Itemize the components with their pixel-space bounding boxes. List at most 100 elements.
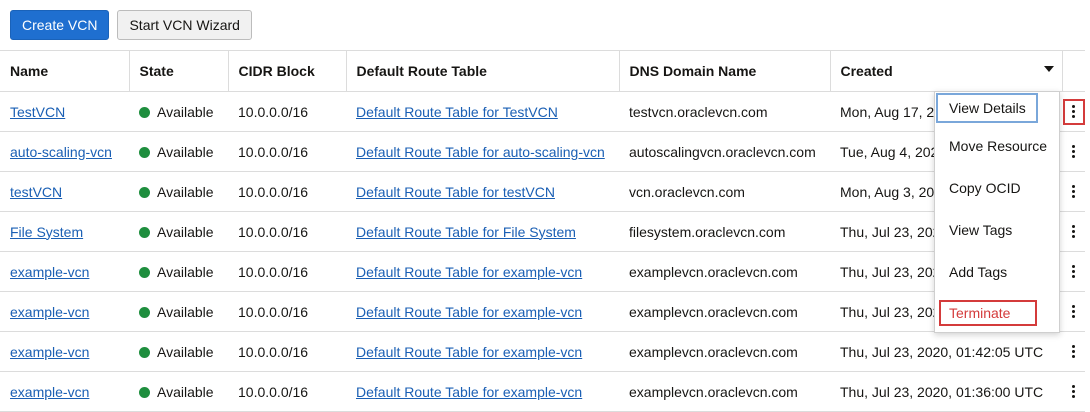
column-header-state[interactable]: State xyxy=(129,50,229,92)
menu-item-view-details[interactable]: View Details xyxy=(936,93,1038,123)
cell-route-table: Default Route Table for example-vcn xyxy=(346,331,619,372)
vcn-name-link[interactable]: File System xyxy=(10,224,83,240)
column-header-name[interactable]: Name xyxy=(0,50,130,92)
kebab-icon[interactable] xyxy=(1063,299,1085,325)
status-dot-icon xyxy=(139,186,150,198)
start-vcn-wizard-button[interactable]: Start VCN Wizard xyxy=(117,10,252,40)
cell-state: Available xyxy=(129,371,228,412)
cell-route-table: Default Route Table for File System xyxy=(346,211,619,252)
table-row: auto-scaling-vcn Available 10.0.0.0/16 Defa… xyxy=(0,131,1085,172)
vcn-table: Name State CIDR Block Default Route Tabl… xyxy=(0,50,1085,412)
cell-cidr-block: 10.0.0.0/16 xyxy=(228,291,346,332)
column-header-cidr-block[interactable]: CIDR Block xyxy=(228,50,347,92)
state-label: Available xyxy=(157,183,214,200)
status-dot-icon xyxy=(139,346,150,358)
cell-actions xyxy=(1062,331,1085,372)
kebab-icon[interactable] xyxy=(1063,139,1085,165)
kebab-icon[interactable] xyxy=(1063,179,1085,205)
menu-item-terminate[interactable]: Terminate xyxy=(939,300,1037,326)
create-vcn-button[interactable]: Create VCN xyxy=(10,10,110,40)
vcn-name-link[interactable]: example-vcn xyxy=(10,304,89,320)
cell-dns-domain: examplevcn.oraclevcn.com xyxy=(619,331,830,372)
vcn-name-link[interactable]: auto-scaling-vcn xyxy=(10,144,112,160)
cell-dns-domain: vcn.oraclevcn.com xyxy=(619,171,830,212)
table-row: File System Available 10.0.0.0/16 Default R… xyxy=(0,211,1085,252)
table-row: example-vcn Available 10.0.0.0/16 Default R… xyxy=(0,291,1085,332)
kebab-icon[interactable] xyxy=(1062,98,1085,125)
menu-item-copy-ocid[interactable]: Copy OCID xyxy=(949,180,1021,196)
status-dot-icon xyxy=(139,106,150,118)
route-table-link[interactable]: Default Route Table for testVCN xyxy=(356,184,555,200)
cell-name: TestVCN xyxy=(0,91,129,132)
vcn-name-link[interactable]: example-vcn xyxy=(10,384,89,400)
state-label: Available xyxy=(157,143,214,160)
cell-cidr-block: 10.0.0.0/16 xyxy=(228,211,346,252)
cell-name: auto-scaling-vcn xyxy=(0,131,129,172)
cell-cidr-block: 10.0.0.0/16 xyxy=(228,91,346,132)
cell-state: Available xyxy=(129,291,228,332)
cell-created: Thu, Jul 23, 2020, 01:36:00 UTC xyxy=(830,371,1062,412)
cell-route-table: Default Route Table for testVCN xyxy=(346,171,619,212)
cell-route-table: Default Route Table for example-vcn xyxy=(346,371,619,412)
sort-caret-down-icon[interactable] xyxy=(1044,66,1054,72)
status-dot-icon xyxy=(139,226,150,238)
cell-cidr-block: 10.0.0.0/16 xyxy=(228,371,346,412)
vcn-name-link[interactable]: testVCN xyxy=(10,184,62,200)
cell-dns-domain: examplevcn.oraclevcn.com xyxy=(619,371,830,412)
cell-cidr-block: 10.0.0.0/16 xyxy=(228,331,346,372)
cell-state: Available xyxy=(129,251,228,292)
column-header-dns-domain-name[interactable]: DNS Domain Name xyxy=(619,50,831,92)
state-label: Available xyxy=(157,303,214,320)
cell-route-table: Default Route Table for example-vcn xyxy=(346,251,619,292)
cell-name: File System xyxy=(0,211,129,252)
cell-dns-domain: autoscalingvcn.oraclevcn.com xyxy=(619,131,830,172)
cell-actions xyxy=(1062,211,1085,252)
toolbar: Create VCN Start VCN Wizard xyxy=(10,10,252,40)
cell-created: Thu, Jul 23, 2020, 01:42:05 UTC xyxy=(830,331,1062,372)
cell-dns-domain: examplevcn.oraclevcn.com xyxy=(619,251,830,292)
cell-name: example-vcn xyxy=(0,251,129,292)
vcn-name-link[interactable]: example-vcn xyxy=(10,344,89,360)
kebab-icon[interactable] xyxy=(1063,219,1085,245)
cell-state: Available xyxy=(129,171,228,212)
vcn-name-link[interactable]: TestVCN xyxy=(10,104,65,120)
status-dot-icon xyxy=(139,306,150,318)
column-header-default-route-table[interactable]: Default Route Table xyxy=(346,50,620,92)
table-row: TestVCN Available 10.0.0.0/16 Default Route… xyxy=(0,91,1085,132)
cell-name: example-vcn xyxy=(0,291,129,332)
route-table-link[interactable]: Default Route Table for example-vcn xyxy=(356,264,582,280)
cell-actions xyxy=(1062,251,1085,292)
row-actions-menu: View Details Move Resource Copy OCID Vie… xyxy=(934,91,1060,333)
cell-name: example-vcn xyxy=(0,331,129,372)
menu-item-view-tags[interactable]: View Tags xyxy=(949,222,1012,238)
route-table-link[interactable]: Default Route Table for example-vcn xyxy=(356,344,582,360)
cell-dns-domain: examplevcn.oraclevcn.com xyxy=(619,291,830,332)
cell-actions xyxy=(1062,131,1085,172)
route-table-link[interactable]: Default Route Table for auto-scaling-vcn xyxy=(356,144,605,160)
kebab-icon[interactable] xyxy=(1063,339,1085,365)
status-dot-icon xyxy=(139,386,150,398)
kebab-icon[interactable] xyxy=(1063,259,1085,285)
table-header-row: Name State CIDR Block Default Route Tabl… xyxy=(0,50,1085,92)
cell-route-table: Default Route Table for example-vcn xyxy=(346,291,619,332)
cell-actions xyxy=(1062,291,1085,332)
route-table-link[interactable]: Default Route Table for File System xyxy=(356,224,576,240)
route-table-link[interactable]: Default Route Table for TestVCN xyxy=(356,104,558,120)
cell-actions xyxy=(1062,371,1085,412)
cell-cidr-block: 10.0.0.0/16 xyxy=(228,171,346,212)
menu-item-move-resource[interactable]: Move Resource xyxy=(949,138,1047,154)
menu-item-add-tags[interactable]: Add Tags xyxy=(949,264,1007,280)
route-table-link[interactable]: Default Route Table for example-vcn xyxy=(356,304,582,320)
table-row: example-vcn Available 10.0.0.0/16 Default R… xyxy=(0,331,1085,372)
state-label: Available xyxy=(157,223,214,240)
vcn-name-link[interactable]: example-vcn xyxy=(10,264,89,280)
cell-name: example-vcn xyxy=(0,371,129,412)
cell-actions xyxy=(1062,171,1085,212)
cell-dns-domain: testvcn.oraclevcn.com xyxy=(619,91,830,132)
route-table-link[interactable]: Default Route Table for example-vcn xyxy=(356,384,582,400)
column-header-created[interactable]: Created xyxy=(830,50,1063,92)
cell-cidr-block: 10.0.0.0/16 xyxy=(228,251,346,292)
cell-route-table: Default Route Table for TestVCN xyxy=(346,91,619,132)
kebab-icon[interactable] xyxy=(1063,379,1085,405)
table-row: testVCN Available 10.0.0.0/16 Default Route… xyxy=(0,171,1085,212)
